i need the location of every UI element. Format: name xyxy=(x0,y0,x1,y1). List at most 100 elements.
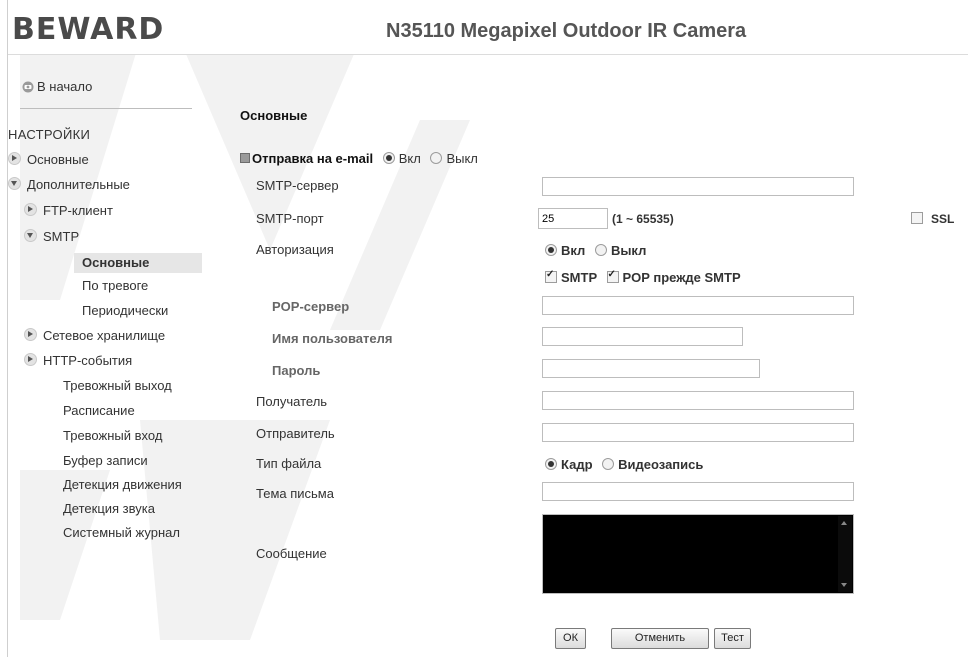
auth-smtp-checkbox[interactable] xyxy=(545,269,557,283)
camera-icon xyxy=(22,81,34,92)
sidebar-item-alarm-output[interactable]: Тревожный выход xyxy=(63,378,172,393)
message-label: Сообщение xyxy=(256,546,327,561)
app-window: BEWARD N35110 Megapixel Outdoor IR Camer… xyxy=(0,0,968,657)
message-textarea[interactable] xyxy=(542,514,854,594)
sidebar-item-label: Тревожный выход xyxy=(63,378,172,393)
sidebar-item-label: FTP-клиент xyxy=(43,203,113,218)
email-label: Отправка на e-mail xyxy=(252,151,374,166)
email-on-radio[interactable] xyxy=(382,152,395,164)
expand-arrow-icon xyxy=(24,328,37,341)
ssl-row: SSL xyxy=(911,212,954,226)
sidebar-item-on-alarm[interactable]: По тревоге xyxy=(82,278,148,293)
bullet-square-icon xyxy=(240,153,250,163)
smtp-port-label: SMTP-порт xyxy=(256,211,324,226)
section-title: Основные xyxy=(240,108,308,123)
file-type-frame-label: Кадр xyxy=(561,457,593,472)
sidebar-item-label: Расписание xyxy=(63,403,135,418)
sidebar-item-label: Сетевое хранилище xyxy=(43,328,166,343)
expand-arrow-icon xyxy=(24,203,37,216)
sidebar-item-ftp-client[interactable]: FTP-клиент xyxy=(24,203,113,218)
email-on-label: Вкл xyxy=(398,151,421,166)
sidebar-item-schedule[interactable]: Расписание xyxy=(63,403,135,418)
page-title: N35110 Megapixel Outdoor IR Camera xyxy=(386,20,747,42)
password-label: Пароль xyxy=(272,363,321,378)
header: BEWARD N35110 Megapixel Outdoor IR Camer… xyxy=(8,0,968,55)
home-link-label: В начало xyxy=(37,79,93,94)
sidebar-item-system-log[interactable]: Системный журнал xyxy=(63,525,180,540)
sidebar-item-label: Детекция движения xyxy=(63,477,182,492)
test-button[interactable]: Тест xyxy=(714,628,751,649)
email-off-radio[interactable] xyxy=(430,152,443,164)
ok-button[interactable]: ОК xyxy=(555,628,586,649)
cancel-button[interactable]: Отменить xyxy=(611,628,709,649)
smtp-port-range: (1 ~ 65535) xyxy=(612,212,674,226)
sidebar-item-network-storage[interactable]: Сетевое хранилище xyxy=(24,328,193,343)
file-type-video-label: Видеозапись xyxy=(618,457,704,472)
sidebar-item-smtp-basic[interactable]: Основные xyxy=(74,253,202,273)
message-scrollbar[interactable] xyxy=(838,516,852,592)
sidebar-item-alarm-input[interactable]: Тревожный вход xyxy=(63,428,162,443)
expand-arrow-icon xyxy=(24,353,37,366)
file-type-radio-row: Кадр Видеозапись xyxy=(545,457,703,472)
sidebar-item-label: Периодически xyxy=(82,303,169,318)
sidebar-item-record-buffer[interactable]: Буфер записи xyxy=(63,453,148,468)
auth-off-radio[interactable] xyxy=(594,244,607,256)
pop-server-input[interactable] xyxy=(542,296,854,315)
sidebar: В начало НАСТРОЙКИ Основные Дополнительн… xyxy=(8,55,202,657)
auth-pop-label: POP прежде SMTP xyxy=(622,270,741,285)
smtp-server-input[interactable] xyxy=(542,177,854,196)
auth-on-label: Вкл xyxy=(561,243,586,258)
auth-label: Авторизация xyxy=(256,242,334,257)
email-toggle-row: Отправка на e-mail Вкл Выкл xyxy=(240,151,478,166)
ssl-checkbox[interactable] xyxy=(911,212,923,224)
sidebar-item-label: Системный журнал xyxy=(63,525,180,540)
subject-label: Тема письма xyxy=(256,486,334,501)
auth-method-row: SMTP POP прежде SMTP xyxy=(545,269,741,285)
auth-off-label: Выкл xyxy=(610,243,647,258)
collapse-arrow-icon xyxy=(8,177,21,190)
collapse-arrow-icon xyxy=(24,229,37,242)
subject-input[interactable] xyxy=(542,482,854,501)
sender-label: Отправитель xyxy=(256,426,335,441)
ssl-label: SSL xyxy=(931,212,955,226)
recipient-label: Получатель xyxy=(256,394,328,409)
password-input[interactable] xyxy=(542,359,760,378)
sidebar-item-label: По тревоге xyxy=(82,278,149,293)
email-off-label: Выкл xyxy=(446,151,478,166)
sidebar-section-title: НАСТРОЙКИ xyxy=(8,127,91,142)
scroll-up-arrow-icon[interactable] xyxy=(841,521,847,525)
sidebar-item-label: Буфер записи xyxy=(63,453,148,468)
sidebar-item-label: SMTP xyxy=(43,229,80,244)
sidebar-item-label: Дополнительные xyxy=(27,177,130,192)
expand-arrow-icon xyxy=(8,152,21,165)
sidebar-item-label: Основные xyxy=(82,255,150,270)
sidebar-item-advanced[interactable]: Дополнительные xyxy=(8,177,130,192)
smtp-server-label: SMTP-сервер xyxy=(256,178,339,193)
username-input[interactable] xyxy=(542,327,743,346)
scroll-down-arrow-icon[interactable] xyxy=(841,583,847,587)
username-label: Имя пользователя xyxy=(272,331,393,346)
sidebar-item-periodic[interactable]: Периодически xyxy=(82,303,168,318)
file-type-video-radio[interactable] xyxy=(602,458,615,470)
sender-input[interactable] xyxy=(542,423,854,442)
recipient-input[interactable] xyxy=(542,391,854,410)
auth-on-radio[interactable] xyxy=(545,244,557,256)
sidebar-item-smtp[interactable]: SMTP xyxy=(24,229,79,244)
auth-radio-row: Вкл Выкл xyxy=(545,243,646,258)
sidebar-item-http-events[interactable]: HTTP-события xyxy=(24,353,132,368)
sidebar-item-label: Детекция звука xyxy=(63,501,155,516)
file-type-frame-radio[interactable] xyxy=(545,458,557,470)
smtp-port-input[interactable] xyxy=(538,208,608,229)
sidebar-item-label: Основные xyxy=(27,152,89,167)
sidebar-item-label: Тревожный вход xyxy=(63,428,163,443)
sidebar-divider xyxy=(20,108,192,109)
home-link[interactable]: В начало xyxy=(22,79,92,94)
sidebar-item-motion-detection[interactable]: Детекция движения xyxy=(63,477,193,492)
sidebar-item-sound-detection[interactable]: Детекция звука xyxy=(63,501,155,516)
beward-logo: BEWARD xyxy=(12,12,165,47)
pop-server-label: POP-сервер xyxy=(272,299,350,314)
sidebar-item-basic[interactable]: Основные xyxy=(8,152,89,167)
auth-pop-checkbox[interactable] xyxy=(606,269,619,283)
sidebar-item-label: HTTP-события xyxy=(43,353,133,368)
auth-smtp-label: SMTP xyxy=(561,270,597,285)
